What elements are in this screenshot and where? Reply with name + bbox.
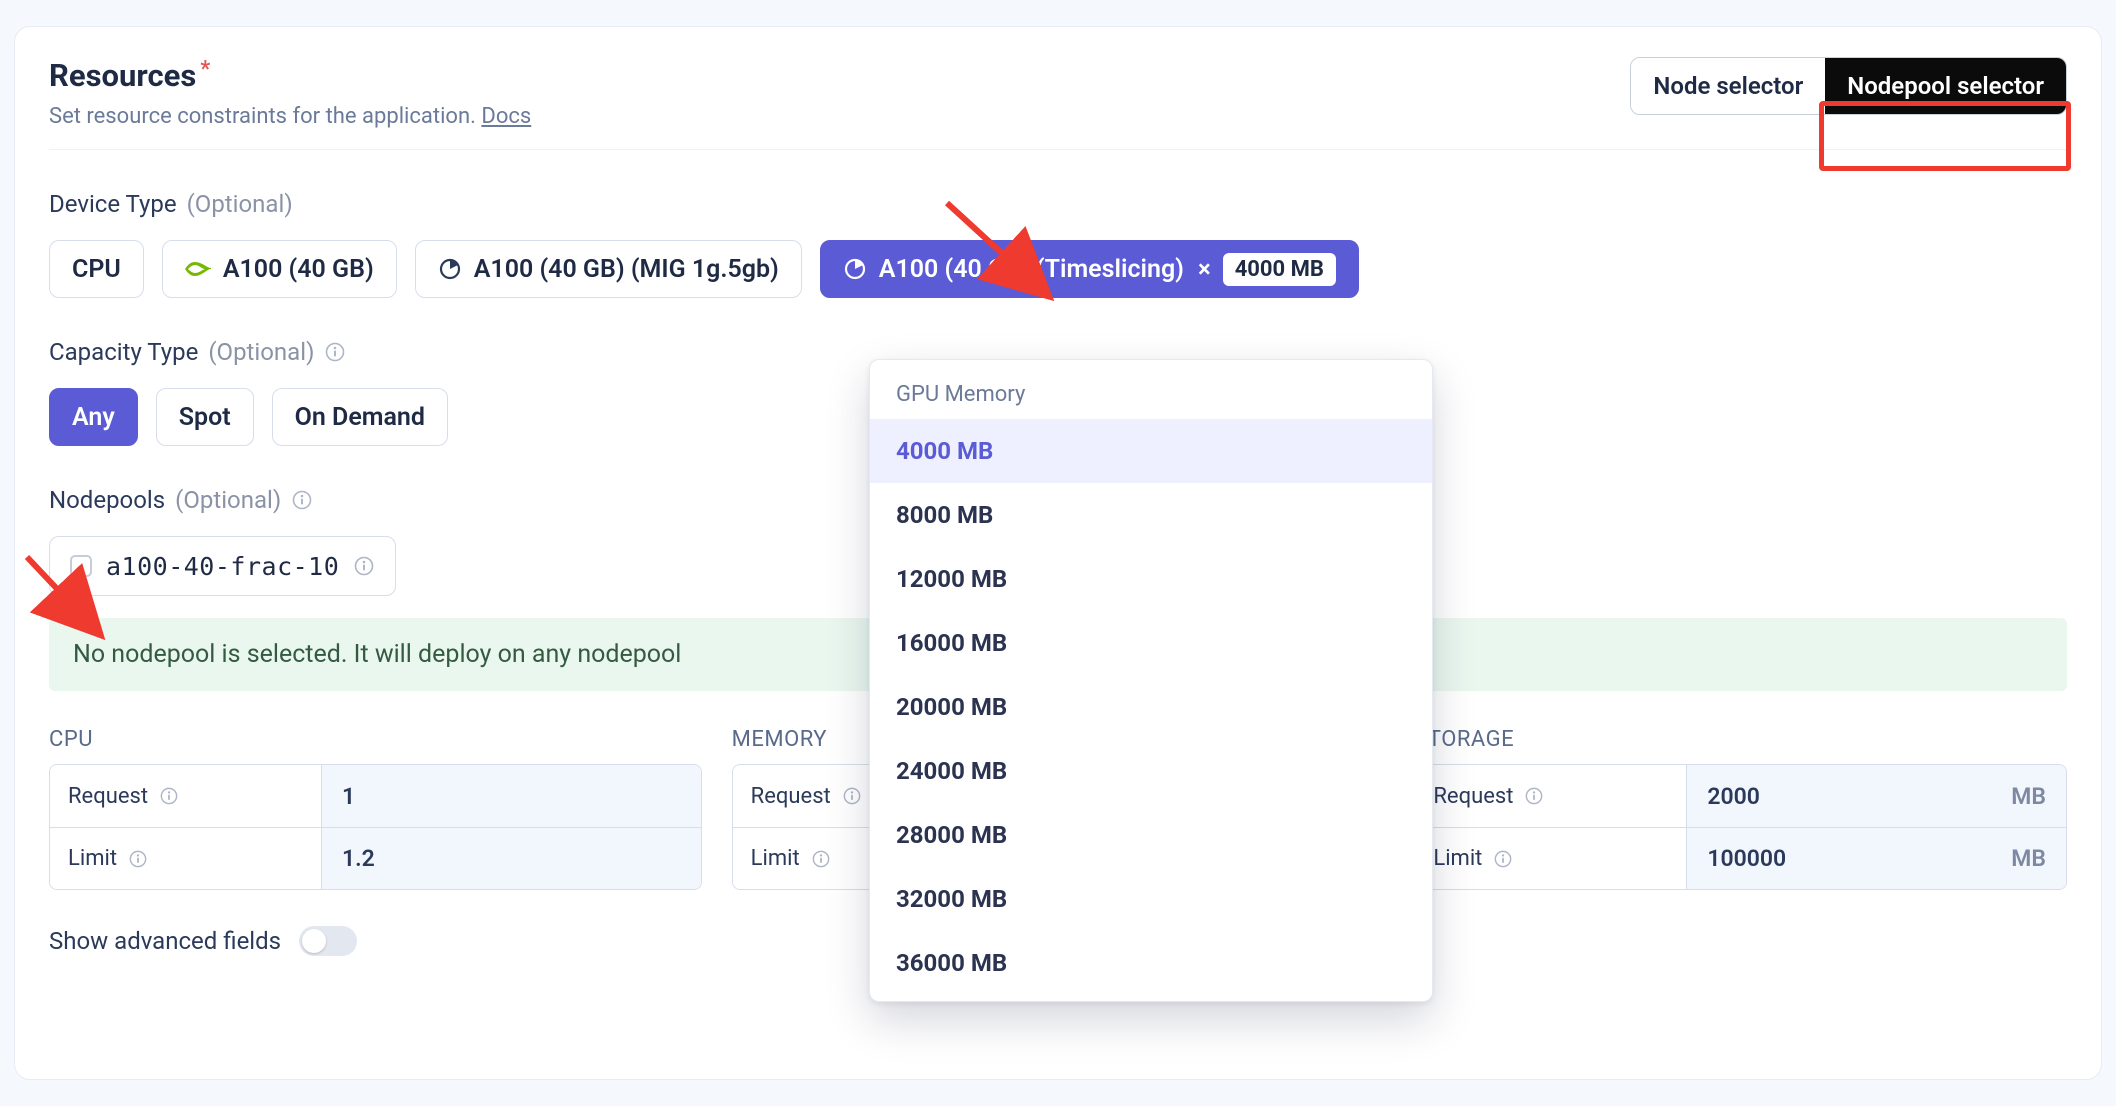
storage-limit-label: Limit (1415, 828, 1687, 889)
device-type-label: Device Type (Optional) (49, 190, 2067, 218)
docs-link[interactable]: Docs (481, 104, 531, 129)
capacity-type-optional: (Optional) (208, 338, 314, 366)
request-label-text: Request (1433, 784, 1513, 809)
cpu-title: CPU (49, 727, 702, 752)
nodepool-option[interactable]: a100-40-frac-10 (49, 536, 396, 596)
gpu-fraction-icon (438, 257, 462, 281)
gpu-memory-badge[interactable]: 4000 MB (1223, 253, 1336, 286)
info-icon[interactable] (324, 341, 346, 363)
info-icon[interactable] (810, 848, 832, 870)
nodepool-name: a100-40-frac-10 (106, 552, 339, 581)
cpu-request-row: Request 1 (50, 765, 701, 827)
device-type-a100[interactable]: A100 (40 GB) (162, 240, 397, 298)
device-type-a100-label: A100 (40 GB) (223, 255, 374, 284)
storage-limit-row: Limit 100000 MB (1415, 827, 2066, 889)
device-type-a100-mig[interactable]: A100 (40 GB) (MIG 1g.5gb) (415, 240, 802, 298)
page-title: Resources * (49, 57, 531, 94)
info-icon[interactable] (841, 785, 863, 807)
page-subtitle: Set resource constraints for the applica… (49, 104, 531, 129)
header-left: Resources * Set resource constraints for… (49, 57, 531, 129)
nodepool-selector-tab[interactable]: Nodepool selector (1825, 58, 2066, 114)
checkbox-icon[interactable] (70, 555, 92, 577)
gpu-memory-option[interactable]: 32000 MB (870, 867, 1432, 931)
cpu-request-label: Request (50, 765, 322, 827)
info-icon[interactable] (1492, 848, 1514, 870)
info-icon[interactable] (158, 785, 180, 807)
gpu-memory-option[interactable]: 16000 MB (870, 611, 1432, 675)
device-type-a100-timeslicing[interactable]: A100 (40 GB) (Timeslicing) × 4000 MB (820, 240, 1359, 298)
resources-header: Resources * Set resource constraints for… (49, 57, 2067, 150)
required-asterisk: * (200, 59, 210, 81)
cpu-request-input[interactable]: 1 (322, 765, 701, 827)
gpu-memory-option[interactable]: 20000 MB (870, 675, 1432, 739)
title-text: Resources (49, 57, 196, 94)
capacity-on-demand[interactable]: On Demand (272, 388, 448, 446)
info-icon[interactable] (127, 848, 149, 870)
advanced-toggle[interactable] (299, 926, 357, 956)
storage-table: Request 2000 MB Limit (1414, 764, 2067, 890)
nvidia-icon (185, 259, 211, 279)
resources-card: Resources * Set resource constraints for… (14, 26, 2102, 1080)
advanced-label: Show advanced fields (49, 927, 281, 955)
gpu-memory-dropdown-title: GPU Memory (870, 378, 1432, 419)
info-icon[interactable] (1523, 785, 1545, 807)
device-type-a100-mig-label: A100 (40 GB) (MIG 1g.5gb) (474, 255, 779, 284)
nodepools-text: Nodepools (49, 486, 165, 514)
storage-column: STORAGE Request 2000 MB (1414, 727, 2067, 890)
gpu-memory-option[interactable]: 8000 MB (870, 483, 1432, 547)
storage-request-input[interactable]: 2000 MB (1687, 765, 2066, 827)
gpu-memory-option[interactable]: 4000 MB (870, 419, 1432, 483)
toggle-knob (302, 929, 326, 953)
cpu-request-value: 1 (342, 783, 355, 810)
gpu-memory-dropdown: GPU Memory 4000 MB 8000 MB 12000 MB 1600… (869, 359, 1433, 1002)
storage-request-value: 2000 (1707, 783, 1760, 810)
selector-toggle: Node selector Nodepool selector (1630, 57, 2067, 115)
device-type-text: Device Type (49, 190, 177, 218)
device-type-a100-ts-label: A100 (40 GB) (Timeslicing) (879, 255, 1184, 284)
storage-request-label: Request (1415, 765, 1687, 827)
limit-label-text: Limit (751, 846, 800, 871)
request-label-text: Request (68, 784, 148, 809)
mb-unit: MB (2011, 845, 2046, 872)
device-type-cpu[interactable]: CPU (49, 240, 144, 298)
capacity-type-text: Capacity Type (49, 338, 198, 366)
cpu-limit-label: Limit (50, 828, 322, 889)
cpu-table: Request 1 Limit 1.2 (49, 764, 702, 890)
info-icon[interactable] (291, 489, 313, 511)
nodepools-optional: (Optional) (175, 486, 281, 514)
request-label-text: Request (751, 784, 831, 809)
cpu-limit-row: Limit 1.2 (50, 827, 701, 889)
cpu-limit-input[interactable]: 1.2 (322, 828, 701, 889)
limit-label-text: Limit (68, 846, 117, 871)
cpu-column: CPU Request 1 Limit (49, 727, 702, 890)
capacity-spot[interactable]: Spot (156, 388, 254, 446)
cpu-limit-value: 1.2 (342, 845, 375, 872)
gpu-memory-option[interactable]: 36000 MB (870, 931, 1432, 995)
device-type-optional: (Optional) (187, 190, 293, 218)
info-icon[interactable] (353, 555, 375, 577)
subtitle-text: Set resource constraints for the applica… (49, 104, 481, 129)
storage-limit-value: 100000 (1707, 845, 1786, 872)
gpu-fraction-icon (843, 257, 867, 281)
mb-unit: MB (2011, 783, 2046, 810)
gpu-memory-option[interactable]: 12000 MB (870, 547, 1432, 611)
capacity-any[interactable]: Any (49, 388, 138, 446)
gpu-memory-option[interactable]: 24000 MB (870, 739, 1432, 803)
node-selector-tab[interactable]: Node selector (1631, 58, 1825, 114)
storage-request-row: Request 2000 MB (1415, 765, 2066, 827)
device-type-options: CPU A100 (40 GB) A100 (40 GB) (MIG 1g.5g… (49, 240, 2067, 298)
limit-label-text: Limit (1433, 846, 1482, 871)
gpu-memory-option[interactable]: 28000 MB (870, 803, 1432, 867)
close-icon[interactable]: × (1198, 255, 1211, 283)
storage-limit-input[interactable]: 100000 MB (1687, 828, 2066, 889)
storage-title: STORAGE (1414, 727, 2067, 752)
